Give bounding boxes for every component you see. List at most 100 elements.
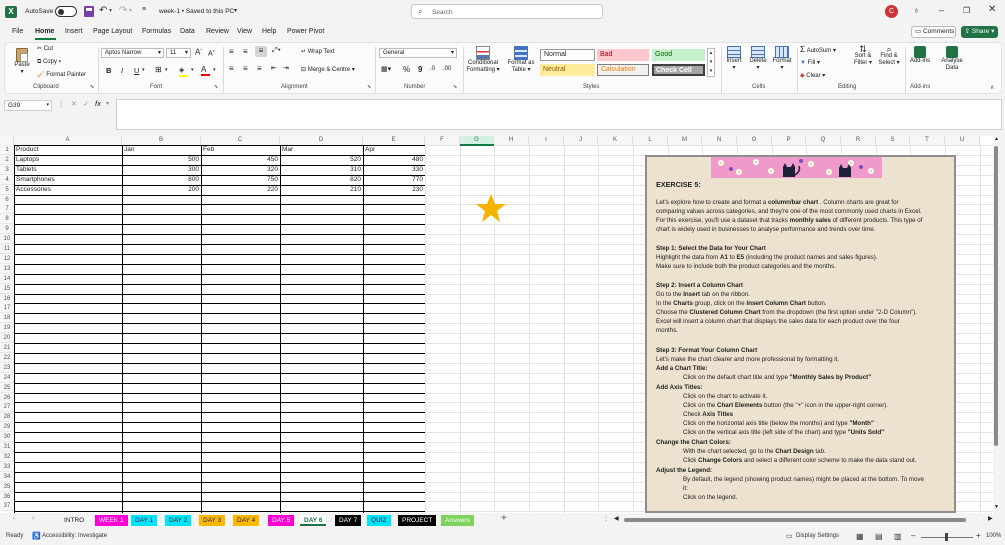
menu-review[interactable]: Review <box>206 28 229 35</box>
search-box[interactable]: ⌕ Search <box>411 4 603 19</box>
number-launcher-icon[interactable]: ⬊ <box>453 84 457 90</box>
zoom-out-icon[interactable]: – <box>911 531 915 540</box>
decrease-font-icon[interactable]: Av <box>208 48 215 57</box>
column-header[interactable]: O <box>737 136 772 145</box>
borders-icon[interactable]: ⊞ <box>155 65 162 74</box>
menu-help[interactable]: Help <box>262 28 276 35</box>
font-color-dropdown-icon[interactable]: ▾ <box>213 67 216 73</box>
lightbulb-icon[interactable]: ♁ <box>913 5 920 15</box>
menu-power-pivot[interactable]: Power Pivot <box>287 28 324 35</box>
column-header[interactable]: S <box>876 136 910 145</box>
row-header[interactable]: 21 <box>0 343 14 353</box>
sheet-tab[interactable]: DAY 1 <box>131 515 158 526</box>
style-calculation[interactable]: Calculation <box>597 64 649 76</box>
row-header[interactable]: 34 <box>0 471 14 482</box>
row-header[interactable]: 20 <box>0 333 14 344</box>
column-header[interactable]: F <box>425 136 460 145</box>
table-cell[interactable]: 330 <box>363 165 425 175</box>
row-header[interactable]: 24 <box>0 372 14 383</box>
wrap-text-button[interactable]: ↵ Wrap Text <box>301 49 335 56</box>
scroll-right-icon[interactable]: ▶ <box>988 515 993 522</box>
column-header[interactable]: T <box>910 136 945 145</box>
column-header[interactable]: N <box>702 136 737 145</box>
align-middle-icon[interactable]: ≡ <box>243 47 248 56</box>
table-cell[interactable]: Laptops <box>14 155 122 165</box>
normal-view-icon[interactable]: ▦ <box>856 532 864 541</box>
row-header[interactable]: 7 <box>0 204 14 215</box>
column-header[interactable]: U <box>945 136 980 145</box>
row-header[interactable]: 37 <box>0 501 14 512</box>
accessibility-status[interactable]: Accessibility: Investigate <box>42 533 107 539</box>
row-header[interactable]: 16 <box>0 293 14 304</box>
comma-style-icon[interactable]: 9 <box>418 65 422 74</box>
styles-scroll[interactable]: ▴ ▾ ▾ <box>707 48 715 77</box>
cancel-entry-icon[interactable]: ✕ <box>71 100 77 108</box>
font-color-icon[interactable]: A <box>201 65 211 76</box>
row-header[interactable]: 15 <box>0 283 14 294</box>
underline-button[interactable]: U <box>134 66 139 75</box>
font-size-select[interactable]: 11 ▾ <box>166 48 191 58</box>
borders-dropdown-icon[interactable]: ▾ <box>165 67 168 73</box>
column-header[interactable]: A <box>14 136 122 145</box>
find-select-button[interactable]: ⌕ Find & Select ▾ <box>877 45 901 67</box>
table-header-cell[interactable]: Jan <box>122 145 201 155</box>
row-header[interactable]: 32 <box>0 451 14 462</box>
column-header[interactable]: H <box>494 136 529 145</box>
insert-function-icon[interactable]: fx <box>95 99 101 108</box>
table-cell[interactable]: Tablets <box>14 165 122 175</box>
restore-icon[interactable]: ❐ <box>963 6 970 15</box>
row-header[interactable]: 31 <box>0 442 14 452</box>
align-top-icon[interactable]: ≡ <box>229 47 234 56</box>
style-neutral[interactable]: Neutral <box>540 64 595 76</box>
table-cell[interactable]: 200 <box>122 185 201 195</box>
row-header[interactable]: 6 <box>0 194 14 205</box>
table-cell[interactable]: 300 <box>122 165 201 175</box>
increase-font-icon[interactable]: A^ <box>195 47 202 57</box>
fill-button[interactable]: ▼ Fill ▾ <box>800 60 820 67</box>
column-header[interactable]: M <box>668 136 702 145</box>
table-cell[interactable]: 820 <box>280 175 363 185</box>
row-header[interactable]: 29 <box>0 422 14 433</box>
prev-sheet-icon[interactable]: ‹ <box>13 515 15 522</box>
name-box[interactable]: G39 ▾ <box>4 100 52 111</box>
clipboard-launcher-icon[interactable]: ⬊ <box>90 84 94 90</box>
row-header[interactable]: 18 <box>0 313 14 324</box>
row-header[interactable]: 4 <box>0 174 14 185</box>
analyse-data-button[interactable]: Analyse Data <box>937 46 967 72</box>
zoom-in-icon[interactable]: + <box>976 531 981 540</box>
row-header[interactable]: 17 <box>0 303 14 314</box>
horizontal-scroll-thumb[interactable] <box>624 518 966 522</box>
row-header[interactable]: 10 <box>0 234 14 245</box>
row-header[interactable]: 33 <box>0 461 14 472</box>
format-as-table-button[interactable]: Format as Table ▾ <box>503 46 539 74</box>
vertical-scroll-thumb[interactable] <box>994 146 998 446</box>
row-header[interactable]: 5 <box>0 184 14 195</box>
sheet-tab[interactable]: DAY 4 <box>233 515 260 526</box>
cut-button[interactable]: ✂ Cut <box>37 46 53 53</box>
scroll-up-icon[interactable]: ▲ <box>994 136 999 142</box>
sheet-tab[interactable]: INTRO <box>60 515 89 526</box>
redo-dropdown-icon[interactable]: ▾ <box>129 7 132 14</box>
undo-dropdown-icon[interactable]: ▾ <box>109 7 112 14</box>
addins-button[interactable]: Add-ins <box>907 46 933 65</box>
comments-button[interactable]: ▭ Comments <box>911 26 956 38</box>
table-cell[interactable]: 230 <box>363 185 425 195</box>
redo-icon[interactable]: ↷ <box>119 5 127 16</box>
align-center-icon[interactable]: ≡ <box>243 64 248 73</box>
italic-button[interactable]: I <box>121 66 123 75</box>
row-header[interactable]: 12 <box>0 253 14 264</box>
document-title[interactable]: week-1 • Saved to this PC <box>159 8 234 15</box>
conditional-formatting-button[interactable]: Conditional Formatting ▾ <box>465 46 501 74</box>
menu-home[interactable]: Home <box>35 28 54 35</box>
menu-file[interactable]: File <box>12 28 23 35</box>
align-bottom-icon[interactable]: ≡ <box>255 46 267 57</box>
delete-cells-button[interactable]: Delete ▾ <box>747 46 769 72</box>
user-avatar[interactable]: C <box>885 5 898 18</box>
column-header[interactable]: K <box>598 136 633 145</box>
menu-page-layout[interactable]: Page Layout <box>93 28 132 35</box>
merge-centre-button[interactable]: ⊟ Merge & Centre ▾ <box>301 67 355 74</box>
row-header[interactable]: 19 <box>0 323 14 334</box>
title-dropdown-icon[interactable]: ▾ <box>234 7 237 14</box>
sheet-tab[interactable]: DAY 2 <box>165 515 192 526</box>
column-header[interactable]: C <box>201 136 280 145</box>
